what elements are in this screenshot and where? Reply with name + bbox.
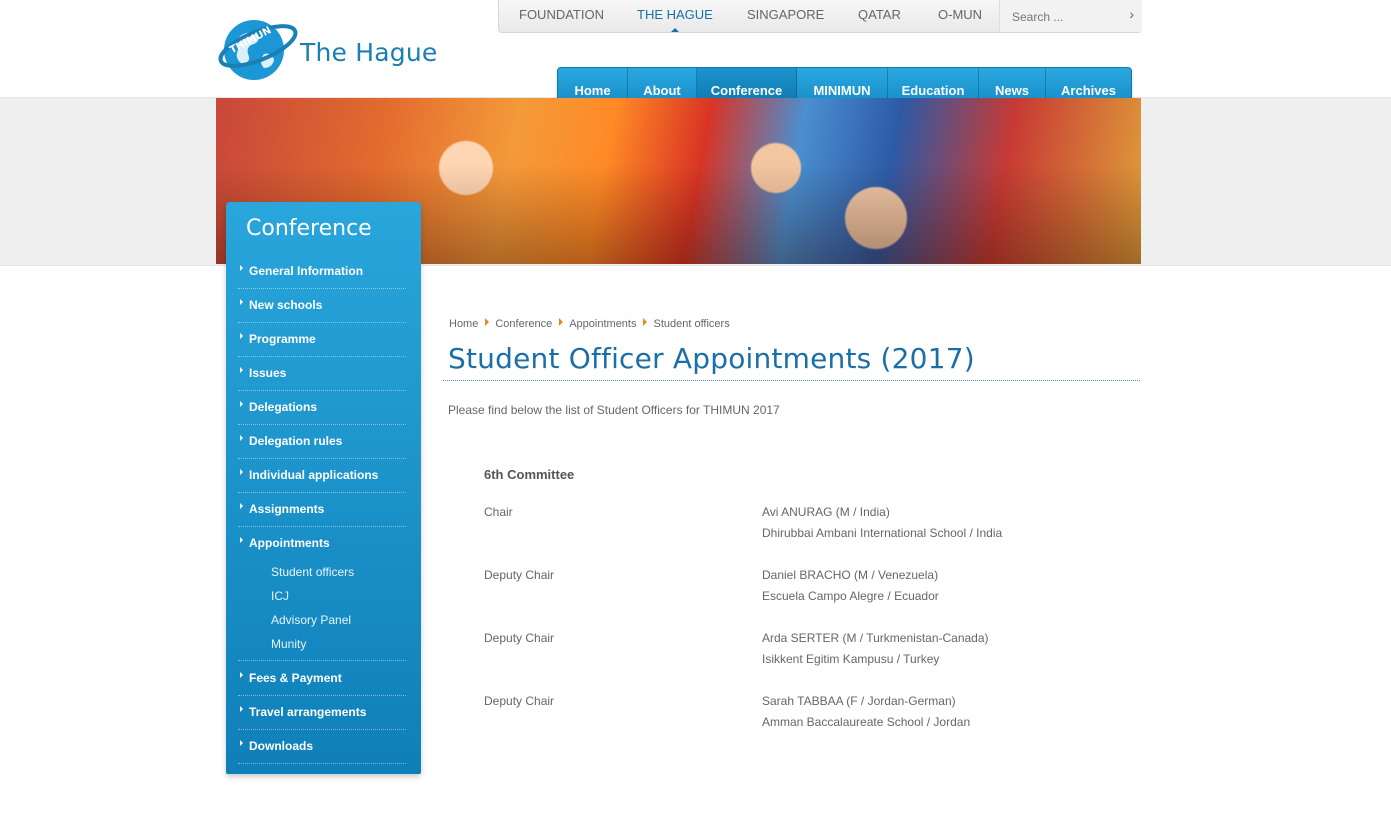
title-divider [443,380,1140,381]
sidebar-subitem-icj[interactable]: ICJ [271,589,289,603]
sidebar-item-fees-payment[interactable]: Fees & Payment [238,661,406,696]
globe-logo-icon: THIMUN [218,20,298,80]
site-switcher: FOUNDATION THE HAGUE SINGAPORE QATAR O-M… [498,0,1142,33]
officer-role: Chair [484,505,513,519]
search-input[interactable] [1010,8,1114,26]
bullet-arrow-icon [240,537,243,543]
site-tab-singapore[interactable]: SINGAPORE [747,0,824,30]
site-tab-foundation[interactable]: FOUNDATION [519,0,604,30]
breadcrumb-arrow-icon [485,318,490,326]
bullet-arrow-icon [240,265,243,271]
site-tab-o-mun[interactable]: O-MUN [938,0,982,30]
bullet-arrow-icon [240,706,243,712]
sidebar-item-travel-arrangements[interactable]: Travel arrangements [238,695,406,730]
bullet-arrow-icon [240,299,243,305]
sidebar-item-delegations[interactable]: Delegations [238,390,406,425]
breadcrumb-home[interactable]: Home [449,318,478,330]
page-title: Student Officer Appointments (2017) [448,342,975,375]
bullet-arrow-icon [240,401,243,407]
bullet-arrow-icon [240,740,243,746]
sidebar-subitem-advisory-panel[interactable]: Advisory Panel [271,613,351,627]
sidebar-item-downloads[interactable]: Downloads [238,729,406,764]
officer-name: Avi ANURAG (M / India) [762,505,890,519]
sidebar-item-delegation-rules[interactable]: Delegation rules [238,424,406,459]
sidebar-subitem-student-officers[interactable]: Student officers [271,565,354,579]
chevron-right-icon[interactable]: › [1129,6,1134,22]
site-tab-qatar[interactable]: QATAR [858,0,901,30]
sidebar-item-assignments[interactable]: Assignments [238,492,406,527]
breadcrumb-arrow-icon [643,318,648,326]
bullet-arrow-icon [240,367,243,373]
sidebar-item-individual-applications[interactable]: Individual applications [238,458,406,493]
officer-role: Deputy Chair [484,694,555,708]
breadcrumb-conference[interactable]: Conference [495,318,552,330]
officer-role: Deputy Chair [484,568,555,582]
officer-name: Arda SERTER (M / Turkmenistan-Canada) [762,631,989,645]
sidebar-item-new-schools[interactable]: New schools [238,288,406,323]
sidebar-item-appointments[interactable]: Appointments Student officers ICJ Adviso… [238,526,406,661]
search-box: › [999,0,1142,32]
bullet-arrow-icon [240,672,243,678]
bullet-arrow-icon [240,435,243,441]
breadcrumb-current: Student officers [653,318,730,330]
active-tab-indicator-icon [670,28,679,32]
officer-school: Escuela Campo Alegre / Ecuador [762,589,939,603]
officer-role: Deputy Chair [484,631,555,645]
sidebar: Conference General Information New schoo… [226,202,421,774]
committee-heading: 6th Committee [484,467,575,482]
bullet-arrow-icon [240,469,243,475]
site-tab-the-hague[interactable]: THE HAGUE [637,0,713,32]
thimun-logo[interactable]: THIMUN The Hague [216,10,438,90]
sidebar-item-programme[interactable]: Programme [238,322,406,357]
officer-name: Daniel BRACHO (M / Venezuela) [762,568,939,582]
breadcrumb-appointments[interactable]: Appointments [569,318,636,330]
sidebar-subitem-munity[interactable]: Munity [271,637,306,651]
breadcrumb-arrow-icon [559,318,564,326]
sidebar-item-general-information[interactable]: General Information [238,254,406,289]
breadcrumb: Home Conference Appointments Student office… [449,318,730,330]
officer-name: Sarah TABBAA (F / Jordan-German) [762,694,956,708]
officer-school: Amman Baccalaureate School / Jordan [762,715,971,729]
intro-text: Please find below the list of Student Of… [448,403,780,417]
officer-school: Dhirubbai Ambani International School / … [762,526,1003,540]
sidebar-item-issues[interactable]: Issues [238,356,406,391]
logo-text: The Hague [300,38,438,67]
sidebar-title: Conference [246,216,372,241]
bullet-arrow-icon [240,503,243,509]
officer-school: Isikkent Egitim Kampusu / Turkey [762,652,940,666]
bullet-arrow-icon [240,333,243,339]
